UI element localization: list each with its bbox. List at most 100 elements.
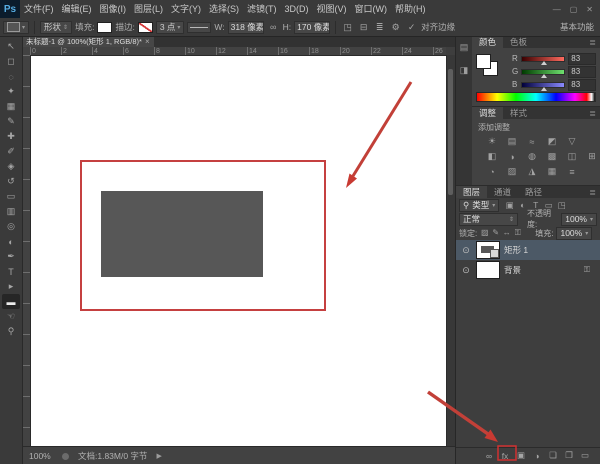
tab-swatches[interactable]: 色板 <box>503 36 534 48</box>
slider-thumb[interactable] <box>541 87 547 91</box>
maximize-icon[interactable]: ▢ <box>570 5 578 14</box>
green-slider[interactable] <box>521 69 565 75</box>
adjustment-channel-mixer-icon[interactable]: ◫ <box>564 150 580 163</box>
healing-brush-tool[interactable]: ✚ <box>2 129 20 144</box>
layer-name[interactable]: 矩形 1 <box>504 244 528 256</box>
menu-item[interactable]: 图层(L) <box>130 0 167 18</box>
adjustment-curves-icon[interactable]: ≈ <box>524 135 540 148</box>
lock-all-icon[interactable]: ⚿ <box>513 228 522 238</box>
adjustment-color-lookup-icon[interactable]: ⊞ <box>584 150 600 163</box>
new-group-icon[interactable]: ❏ <box>548 450 558 461</box>
slider-thumb[interactable] <box>541 61 547 65</box>
tab-styles[interactable]: 样式 <box>503 107 534 119</box>
zoom-level-input[interactable]: 100% <box>29 451 53 461</box>
hand-tool[interactable]: ☜ <box>2 309 20 324</box>
zoom-tool[interactable]: ⚲ <box>2 324 20 339</box>
status-menu-arrow-icon[interactable]: ▶ <box>156 452 161 460</box>
tool-preset-picker[interactable]: ▾ <box>3 21 29 34</box>
panel-menu-icon[interactable]: ≣ <box>589 38 600 47</box>
height-input[interactable]: 170 像素 <box>294 21 330 34</box>
collapsed-history-panel-icon[interactable]: ▤ <box>460 42 469 53</box>
adjustment-levels-icon[interactable]: ▤ <box>504 135 520 148</box>
path-arrange-icon[interactable]: ≣ <box>373 22 386 33</box>
adjustment-brightness-contrast-icon[interactable]: ☀ <box>484 135 500 148</box>
marquee-tool[interactable]: ◻ <box>2 54 20 69</box>
tab-close-icon[interactable]: × <box>145 37 150 46</box>
blue-value-input[interactable]: 83 <box>568 79 596 91</box>
path-align-icon[interactable]: ⊟ <box>357 22 370 33</box>
panel-menu-icon[interactable]: ≣ <box>589 188 600 197</box>
vertical-scrollbar[interactable] <box>446 55 455 446</box>
red-value-input[interactable]: 83 <box>568 53 596 65</box>
slider-thumb[interactable] <box>541 74 547 78</box>
visibility-eye-icon[interactable]: ⊙ <box>460 245 472 256</box>
width-input[interactable]: 318 像素 <box>228 21 264 34</box>
new-layer-icon[interactable]: ❐ <box>564 450 574 461</box>
move-tool[interactable]: ↖ <box>2 39 20 54</box>
stroke-width-select[interactable]: 3 点 ▾ <box>156 21 185 34</box>
eraser-tool[interactable]: ▭ <box>2 189 20 204</box>
blue-slider[interactable] <box>521 82 565 88</box>
drawn-rectangle-shape[interactable] <box>101 191 263 277</box>
gradient-tool[interactable]: ▥ <box>2 204 20 219</box>
adjustment-black-white-icon[interactable]: ◍ <box>524 150 540 163</box>
lock-transparency-icon[interactable]: ▨ <box>480 228 489 238</box>
check-icon[interactable]: ✓ <box>405 22 418 33</box>
path-operations-icon[interactable]: ◳ <box>341 22 354 33</box>
adjustment-vibrance-icon[interactable]: ▽ <box>564 135 580 148</box>
lasso-tool[interactable]: ◌ <box>2 69 20 84</box>
crop-tool[interactable]: ▦ <box>2 99 20 114</box>
document-canvas[interactable] <box>30 55 446 446</box>
adjustment-invert-icon[interactable]: ◔ <box>484 165 500 178</box>
layer-name[interactable]: 背景 <box>504 264 521 276</box>
brush-tool[interactable]: ✐ <box>2 144 20 159</box>
layer-row-rectangle-1[interactable]: ⊙ 矩形 1 <box>456 240 600 260</box>
menu-item[interactable]: 编辑(E) <box>58 0 96 18</box>
type-tool[interactable]: T <box>2 264 20 279</box>
green-value-input[interactable]: 83 <box>568 66 596 78</box>
pen-tool[interactable]: ✒ <box>2 249 20 264</box>
menu-item[interactable]: 图像(I) <box>96 0 131 18</box>
menu-item[interactable]: 文字(Y) <box>167 0 205 18</box>
quick-selection-tool[interactable]: ✦ <box>2 84 20 99</box>
tab-color[interactable]: 颜色 <box>472 36 503 48</box>
align-edges-label[interactable]: 对齐边缘 <box>421 21 455 33</box>
adjustment-photo-filter-icon[interactable]: ▩ <box>544 150 560 163</box>
close-icon[interactable]: ✕ <box>586 5 593 14</box>
layer-filter-select[interactable]: ⚲ 类型 ▾ <box>459 199 499 212</box>
eyedropper-tool[interactable]: ✎ <box>2 114 20 129</box>
layer-thumbnail[interactable] <box>476 241 500 259</box>
blur-tool[interactable]: ◎ <box>2 219 20 234</box>
tool-mode-select[interactable]: 形状 ⇕ <box>40 21 72 34</box>
color-panel-swatches[interactable] <box>476 54 498 76</box>
dodge-tool[interactable]: ◐ <box>2 234 20 249</box>
adjustment-color-balance-icon[interactable]: ◑ <box>504 150 520 163</box>
collapsed-properties-panel-icon[interactable]: ◨ <box>460 65 469 76</box>
tab-paths[interactable]: 路径 <box>518 186 549 198</box>
adjustment-exposure-icon[interactable]: ◩ <box>544 135 560 148</box>
color-spectrum-bar[interactable] <box>476 92 596 102</box>
path-selection-tool[interactable]: ▸ <box>2 279 20 294</box>
clone-stamp-tool[interactable]: ◈ <box>2 159 20 174</box>
tab-adjustments[interactable]: 调整 <box>472 107 503 119</box>
link-dimensions-icon[interactable]: ∞ <box>267 22 280 32</box>
menu-item[interactable]: 视图(V) <box>313 0 351 18</box>
workspace-switcher[interactable]: 基本功能 <box>560 21 594 33</box>
delete-layer-icon[interactable]: ▭ <box>580 450 590 461</box>
document-tab[interactable]: 未标题-1 @ 100%(矩形 1, RGB/8)* × <box>22 36 154 47</box>
red-slider[interactable] <box>521 56 565 62</box>
menu-item[interactable]: 选择(S) <box>205 0 243 18</box>
fill-swatch[interactable] <box>97 22 112 33</box>
adjustment-threshold-icon[interactable]: ◮ <box>524 165 540 178</box>
lock-pixels-icon[interactable]: ✎ <box>491 228 500 238</box>
layer-style-fx-icon[interactable]: fx <box>500 451 510 461</box>
menu-item[interactable]: 文件(F) <box>20 0 58 18</box>
visibility-eye-icon[interactable]: ⊙ <box>460 265 472 276</box>
panel-menu-icon[interactable]: ≣ <box>589 109 600 118</box>
rectangle-tool[interactable]: ▬ <box>2 294 20 309</box>
layer-row-background[interactable]: ⊙ 背景 ⚿ <box>456 260 600 280</box>
adjustment-selective-color-icon[interactable]: ≡ <box>564 165 580 178</box>
layer-thumbnail[interactable] <box>476 261 500 279</box>
menu-item[interactable]: 滤镜(T) <box>243 0 281 18</box>
gear-icon[interactable]: ⚙ <box>389 22 402 33</box>
